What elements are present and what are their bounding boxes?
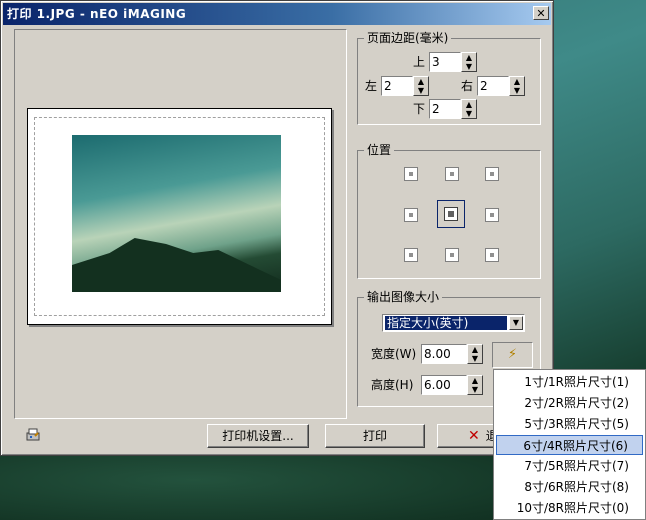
output-size-group-label: 输出图像大小 [364, 290, 443, 304]
menu-item-8r[interactable]: 10寸/8R照片尺寸(0) [496, 498, 643, 518]
position-bottom-left-button[interactable] [404, 248, 418, 262]
width-spin-buttons[interactable]: ▲ ▼ [467, 344, 483, 364]
margin-top-input[interactable] [429, 52, 461, 72]
margin-left-spinner: ▲▼ [381, 76, 429, 96]
position-center-marker [444, 207, 458, 221]
position-bottom-center-button[interactable] [445, 248, 459, 262]
printer-properties-icon[interactable] [25, 427, 41, 443]
height-spinner: ▲▼ [421, 375, 483, 395]
menu-item-3r[interactable]: 5寸/3R照片尺寸(5) [496, 414, 643, 434]
paper-preview [27, 108, 332, 325]
position-center-button[interactable] [437, 200, 465, 228]
margin-left-spin-buttons[interactable]: ▲ ▼ [413, 76, 429, 96]
size-mode-select[interactable]: 指定大小(英寸) ▼ [382, 314, 525, 332]
position-top-center-button[interactable] [445, 167, 459, 181]
menu-item-5r[interactable]: 7寸/5R照片尺寸(7) [496, 456, 643, 476]
menu-item-6r[interactable]: 8寸/6R照片尺寸(8) [496, 477, 643, 497]
margins-group-label: 页面边距(毫米) [364, 31, 452, 45]
height-spin-buttons[interactable]: ▲ ▼ [467, 375, 483, 395]
margin-top-label: 上 [413, 55, 426, 69]
menu-item-2r[interactable]: 2寸/2R照片尺寸(2) [496, 393, 643, 413]
margin-right-label: 右 [461, 79, 474, 93]
position-middle-right-button[interactable] [485, 208, 499, 222]
margin-top-spin-buttons[interactable]: ▲ ▼ [461, 52, 477, 72]
height-label: 高度(H) [371, 378, 414, 392]
print-button[interactable]: 打印 [325, 424, 425, 448]
margin-right-input[interactable] [477, 76, 509, 96]
size-mode-value: 指定大小(英寸) [385, 316, 507, 330]
cancel-x-icon: ✕ [468, 428, 480, 444]
position-top-left-button[interactable] [404, 167, 418, 181]
position-middle-left-button[interactable] [404, 208, 418, 222]
size-preset-lightning-button[interactable]: ⚡ [492, 342, 533, 368]
height-input[interactable] [421, 375, 467, 395]
photo-mountain [72, 238, 281, 292]
close-button[interactable]: ✕ [533, 6, 549, 20]
margin-right-spinner: ▲▼ [477, 76, 525, 96]
margin-bottom-input[interactable] [429, 99, 461, 119]
printer-setup-button[interactable]: 打印机设置... [207, 424, 309, 448]
margin-left-label: 左 [365, 79, 378, 93]
margin-top-spinner: ▲▼ [429, 52, 477, 72]
position-bottom-right-button[interactable] [485, 248, 499, 262]
width-label: 宽度(W) [371, 347, 417, 361]
width-input[interactable] [421, 344, 467, 364]
menu-item-4r[interactable]: 6寸/4R照片尺寸(6) [496, 435, 643, 455]
margin-bottom-label: 下 [413, 102, 426, 116]
menu-item-1r[interactable]: 1寸/1R照片尺寸(1) [496, 372, 643, 392]
title-bar: 打印 1.JPG - nEO iMAGING ✕ [3, 3, 551, 25]
margin-right-spin-buttons[interactable]: ▲ ▼ [509, 76, 525, 96]
position-top-right-button[interactable] [485, 167, 499, 181]
print-dialog: 打印 1.JPG - nEO iMAGING ✕ 页面边距(毫米) 上 ▲▼ 左… [0, 0, 554, 456]
print-preview-area [14, 29, 347, 419]
margin-bottom-spinner: ▲▼ [429, 99, 477, 119]
margin-bottom-spin-buttons[interactable]: ▲ ▼ [461, 99, 477, 119]
dropdown-arrow-icon[interactable]: ▼ [509, 316, 523, 330]
width-spinner: ▲▼ [421, 344, 483, 364]
position-group-label: 位置 [364, 143, 395, 157]
photo-preview [72, 135, 281, 292]
margin-left-input[interactable] [381, 76, 413, 96]
size-preset-menu: 1寸/1R照片尺寸(1) 2寸/2R照片尺寸(2) 5寸/3R照片尺寸(5) 6… [493, 369, 646, 520]
window-title: 打印 1.JPG - nEO iMAGING [7, 7, 187, 21]
lightning-icon: ⚡ [507, 347, 518, 362]
